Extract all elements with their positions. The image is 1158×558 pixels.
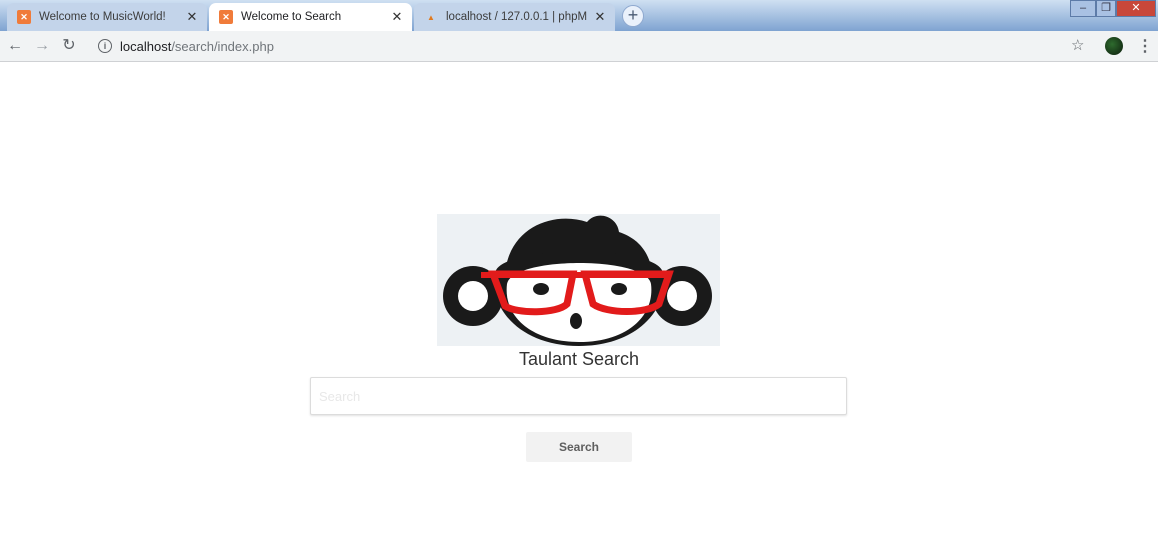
tab-title: localhost / 127.0.0.1 | phpMyAdmin — [446, 11, 587, 23]
search-button[interactable]: Search — [526, 432, 632, 462]
xampp-icon: ✕ — [17, 10, 31, 24]
title-bar: ✕ Welcome to MusicWorld! ✕ ✕ Welcome to … — [0, 0, 1158, 31]
tab-phpmyadmin[interactable]: ▲ localhost / 127.0.0.1 | phpMyAdmin ✕ — [414, 3, 615, 31]
reload-icon[interactable]: ↻ — [59, 36, 79, 56]
monkey-logo — [437, 214, 720, 346]
url-host: localhost — [120, 38, 172, 54]
close-icon[interactable]: ✕ — [593, 10, 607, 24]
url-path: /search/index.php — [171, 38, 274, 54]
back-icon[interactable]: ← — [5, 36, 25, 56]
maximize-button[interactable]: ❐ — [1096, 0, 1116, 17]
browser-toolbar: ← → ↻ i localhost/search/index.php ☆ ⋮ — [0, 31, 1158, 62]
tab-musicworld[interactable]: ✕ Welcome to MusicWorld! ✕ — [7, 3, 207, 31]
phpmyadmin-icon: ▲ — [427, 12, 435, 22]
close-icon[interactable]: ✕ — [390, 10, 404, 24]
window-close-button[interactable]: ✕ — [1116, 0, 1156, 17]
xampp-icon: ✕ — [219, 10, 233, 24]
tab-search[interactable]: ✕ Welcome to Search ✕ — [209, 3, 412, 31]
tab-title: Welcome to MusicWorld! — [39, 11, 166, 23]
monkey-logo-image — [437, 214, 720, 346]
tab-title: Welcome to Search — [241, 11, 342, 23]
info-icon[interactable]: i — [98, 39, 112, 53]
address-bar[interactable]: i localhost/search/index.php — [90, 34, 1094, 58]
minimize-button[interactable]: – — [1070, 0, 1096, 17]
menu-icon[interactable]: ⋮ — [1137, 36, 1153, 56]
search-input[interactable] — [310, 377, 847, 415]
forward-icon[interactable]: → — [32, 36, 52, 56]
close-icon[interactable]: ✕ — [185, 10, 199, 24]
new-tab-button[interactable]: + — [622, 5, 644, 27]
brand-title: Taulant Search — [518, 349, 640, 369]
profile-avatar[interactable] — [1105, 37, 1123, 55]
bookmark-star-icon[interactable]: ☆ — [1071, 36, 1084, 54]
url-text[interactable]: localhost/search/index.php — [120, 39, 274, 54]
